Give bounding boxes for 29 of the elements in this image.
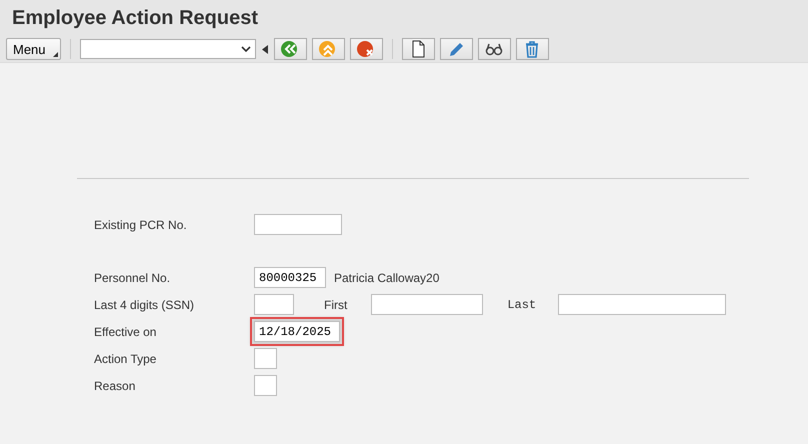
input-field[interactable]: 80000325 [254,267,326,288]
cancel-button[interactable] [350,38,383,60]
field-label: Action Type [94,352,158,366]
field-label: Last 4 digits (SSN) [94,298,196,312]
window-title: Employee Action Request [0,0,808,36]
employee-name: Patricia Calloway20 [334,270,440,284]
exit-button[interactable] [312,38,345,60]
field-label: Reason [94,378,136,392]
input-field[interactable] [254,214,342,235]
pencil-button[interactable] [440,38,473,60]
field-label: Effective on [94,324,158,338]
input-field[interactable] [254,375,277,396]
caret-icon [52,52,58,57]
command-dropdown[interactable] [80,39,256,59]
field-label: Personnel No. [94,270,172,284]
menu-button[interactable]: Menu [6,38,61,60]
input-field[interactable] [558,294,726,315]
collapse-arrow-icon[interactable] [262,44,268,54]
new-document-button[interactable] [402,38,435,60]
input-field[interactable] [254,294,294,315]
field-label: First [324,298,348,312]
back-button[interactable] [274,38,307,60]
field-label: Last [507,298,536,312]
input-field[interactable] [254,348,277,369]
field-label: Existing PCR No. [94,218,188,232]
chevron-icon [240,46,251,52]
glasses-button[interactable] [478,38,511,60]
input-field[interactable] [371,294,484,315]
delete-button[interactable] [516,38,549,60]
